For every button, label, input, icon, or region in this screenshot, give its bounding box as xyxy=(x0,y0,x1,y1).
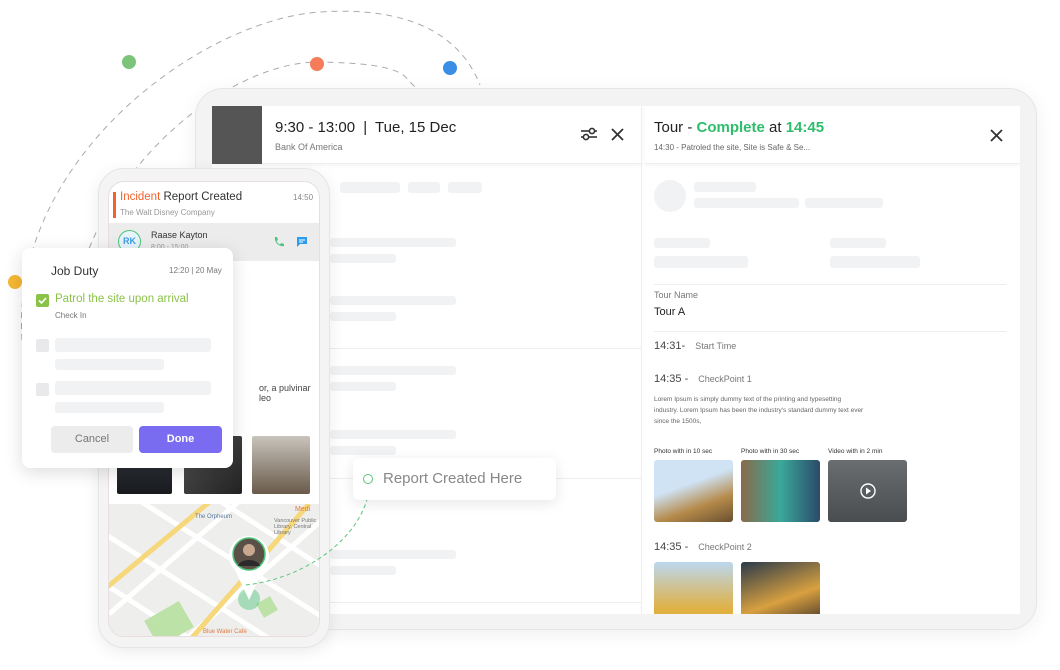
chat-icon[interactable] xyxy=(296,236,308,248)
company-name: The Walt Disney Company xyxy=(120,208,215,217)
media-label: Video with in 2 min xyxy=(828,448,883,455)
tour-header: Tour - Complete at 14:45 14:30 - Patrole… xyxy=(645,106,1020,164)
start-time-label: Start Time xyxy=(695,341,737,351)
map-label: Blue Water Cafe xyxy=(203,629,247,635)
schedule-header: 9:30 - 13:00 | Tue, 15 Dec Bank Of Ameri… xyxy=(212,106,642,164)
tour-subtitle: 14:30 - Patroled the site, Site is Safe … xyxy=(654,143,811,152)
incident-body-text: or, a pulvinar leo xyxy=(259,383,311,403)
close-icon[interactable] xyxy=(611,128,624,141)
site-thumbnail xyxy=(212,106,262,164)
separator: | xyxy=(363,119,368,136)
tour-panel: Tour - Complete at 14:45 14:30 - Patrole… xyxy=(645,106,1020,614)
report-created-callout: Report Created Here xyxy=(353,458,556,500)
location-dot-icon xyxy=(363,474,373,484)
phone-icon[interactable] xyxy=(273,236,284,247)
blue-dot xyxy=(443,61,457,75)
callout-text: Report Created Here xyxy=(383,470,523,487)
task-label: Patrol the site upon arrival xyxy=(55,293,189,305)
media-label: Photo with in 30 sec xyxy=(741,448,800,455)
time-range: 9:30 - 13:00 xyxy=(275,119,356,136)
checkpoint2-time: 14:35 - xyxy=(654,541,689,553)
task-checkbox[interactable] xyxy=(36,294,49,307)
report-time: 14:50 xyxy=(293,193,314,202)
done-button[interactable]: Done xyxy=(139,426,222,453)
orange-dot xyxy=(310,57,324,71)
date: Tue, 15 Dec xyxy=(375,119,457,136)
contact-name: Raase Kayton xyxy=(151,230,208,240)
checkpoint1-label: CheckPoint 1 xyxy=(698,374,752,384)
checkpoint-photo[interactable] xyxy=(654,460,733,522)
checkpoint-photo[interactable] xyxy=(741,562,820,614)
job-duty-timestamp: 12:20 | 20 May xyxy=(169,266,222,275)
play-icon[interactable] xyxy=(860,483,876,499)
checkpoint-photo[interactable] xyxy=(741,460,820,522)
task-checkbox[interactable] xyxy=(36,339,49,352)
tour-status: Complete xyxy=(696,119,765,136)
sliders-icon[interactable] xyxy=(580,126,598,142)
cancel-button[interactable]: Cancel xyxy=(51,426,133,453)
close-icon[interactable] xyxy=(990,129,1003,142)
tour-name-label: Tour Name xyxy=(654,290,699,300)
incident-marker xyxy=(113,192,116,218)
checkpoint2-label: CheckPoint 2 xyxy=(698,542,752,552)
checkpoint1-time: 14:35 - xyxy=(654,373,689,385)
checkpoint1-description: Lorem Ipsum is simply dummy text of the … xyxy=(654,396,864,425)
job-duty-title: Job Duty xyxy=(51,264,99,278)
job-duty-card: Job Duty 12:20 | 20 May Patrol the site … xyxy=(22,248,233,468)
task-checkbox[interactable] xyxy=(36,383,49,396)
task-sublabel: Check In xyxy=(55,311,87,320)
media-label: Photo with in 10 sec xyxy=(654,448,713,455)
at-label: at xyxy=(769,119,782,136)
tour-complete-time: 14:45 xyxy=(785,119,825,136)
start-time: 14:31- xyxy=(654,340,686,352)
incident-label: Incident xyxy=(120,191,161,203)
yellow-dot xyxy=(8,275,22,289)
map-label: The Orpheum xyxy=(195,514,233,520)
checkpoint-photo[interactable] xyxy=(654,562,733,614)
checkpoint-video[interactable] xyxy=(828,460,907,522)
tour-name: Tour A xyxy=(654,306,686,318)
tour-title: Tour - xyxy=(654,119,693,136)
green-dot xyxy=(122,55,136,69)
report-title: Report Created xyxy=(160,191,243,203)
location: Bank Of America xyxy=(275,142,343,152)
